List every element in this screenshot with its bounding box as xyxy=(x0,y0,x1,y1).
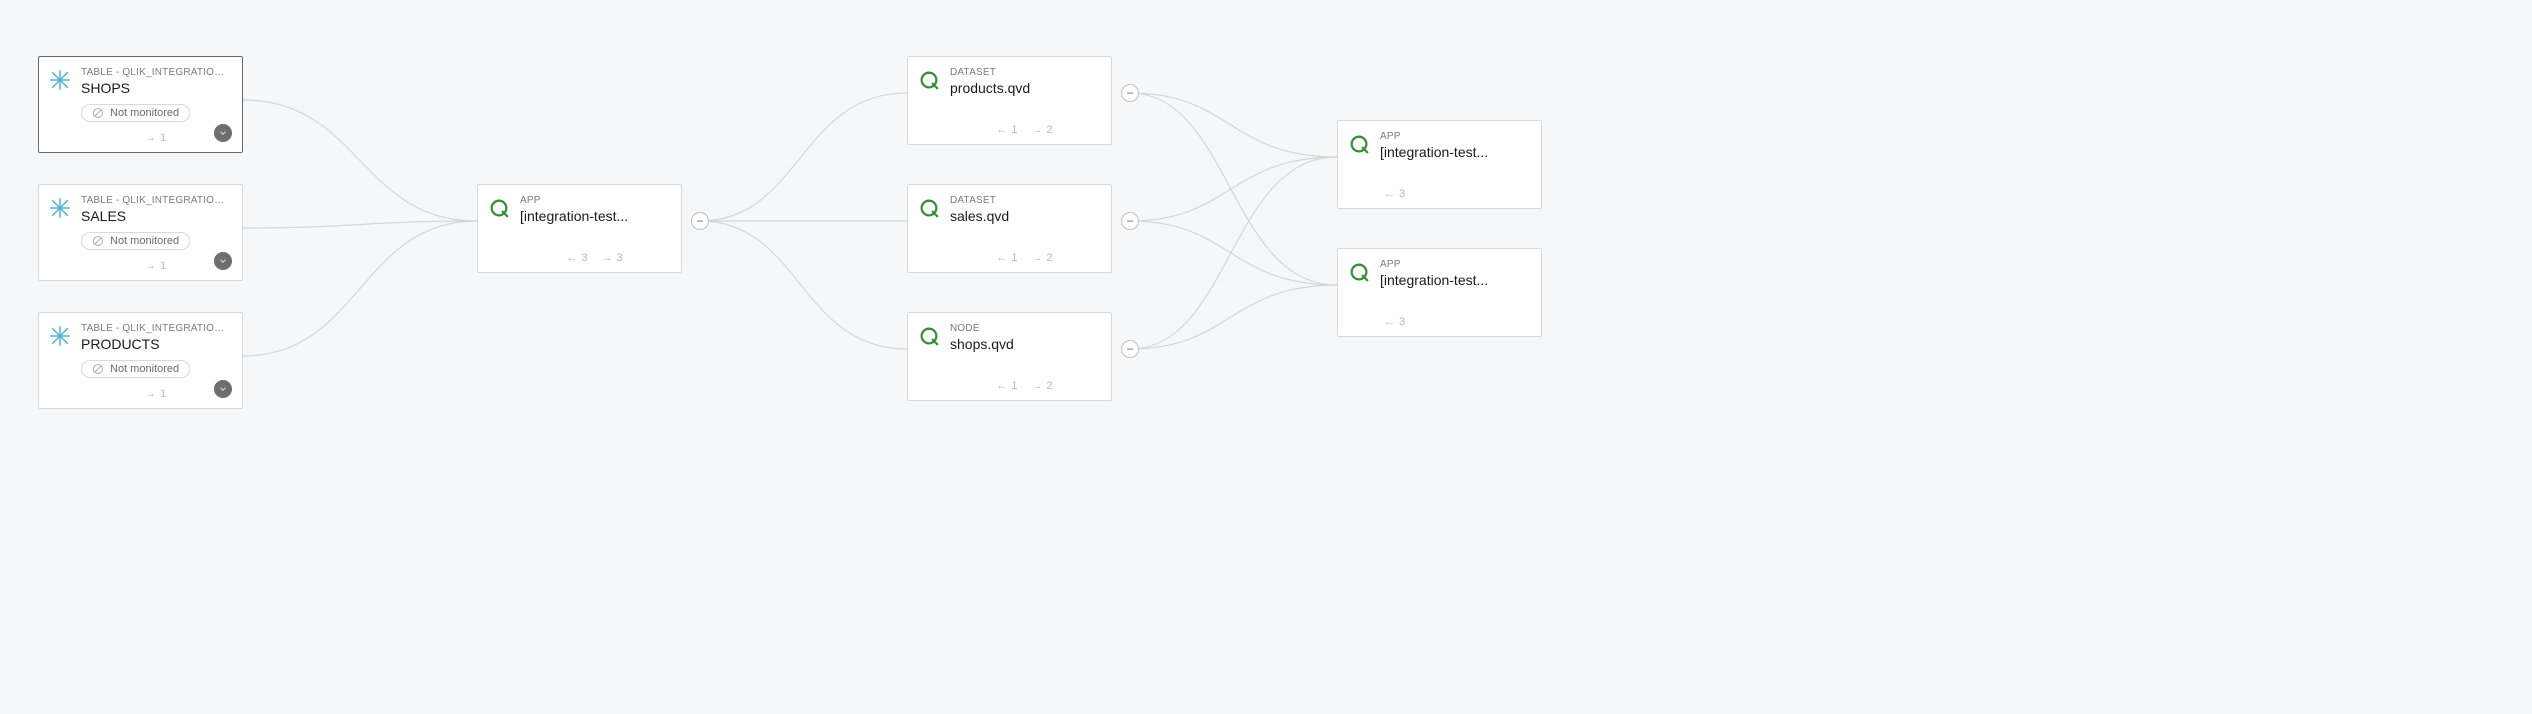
badge-label: Not monitored xyxy=(110,363,179,375)
qlik-icon xyxy=(1348,261,1370,283)
expand-toggle[interactable] xyxy=(214,252,232,270)
node-kind: APP xyxy=(1380,131,1529,142)
node-stats: ← 3 → 3 xyxy=(520,252,669,264)
node-stats: ← 3 xyxy=(1380,316,1529,328)
outgoing-count: → 2 xyxy=(1032,252,1053,264)
qlik-icon xyxy=(918,197,940,219)
node-table-shops[interactable]: TABLE - QLIK_INTEGRATION_TES... SHOPS No… xyxy=(38,56,243,153)
lineage-edges xyxy=(0,0,2532,714)
qlik-icon xyxy=(918,325,940,347)
node-stats: ← 1 → 2 xyxy=(950,380,1099,392)
node-title: products.qvd xyxy=(950,80,1099,96)
node-title: SALES xyxy=(81,208,230,224)
node-kind: TABLE - QLIK_INTEGRATION_TES... xyxy=(81,195,230,206)
node-kind: APP xyxy=(520,195,669,206)
not-monitored-icon xyxy=(92,235,104,247)
incoming-count: ← 3 xyxy=(1384,188,1405,200)
incoming-count: ← 1 xyxy=(996,380,1017,392)
node-kind: TABLE - QLIK_INTEGRATION_TES... xyxy=(81,67,230,78)
outgoing-count: → 2 xyxy=(1032,380,1053,392)
not-monitored-badge: Not monitored xyxy=(81,232,190,250)
badge-label: Not monitored xyxy=(110,107,179,119)
chevron-down-icon xyxy=(218,384,228,394)
node-app-mid[interactable]: APP [integration-test... ← 3 → 3 xyxy=(477,184,682,273)
node-dataset-shops[interactable]: NODE shops.qvd ← 1 → 2 xyxy=(907,312,1112,401)
not-monitored-badge: Not monitored xyxy=(81,360,190,378)
node-app-bottom[interactable]: APP [integration-test... ← 3 xyxy=(1337,248,1542,337)
incoming-count: ← 1 xyxy=(996,252,1017,264)
collapse-port[interactable]: − xyxy=(1121,84,1139,102)
snowflake-icon xyxy=(49,69,71,91)
node-dataset-sales[interactable]: DATASET sales.qvd ← 1 → 2 xyxy=(907,184,1112,273)
outgoing-count: → 3 xyxy=(602,252,623,264)
node-kind: APP xyxy=(1380,259,1529,270)
node-title: PRODUCTS xyxy=(81,336,230,352)
node-title: [integration-test... xyxy=(1380,144,1529,160)
not-monitored-icon xyxy=(92,107,104,119)
qlik-icon xyxy=(918,69,940,91)
node-title: SHOPS xyxy=(81,80,230,96)
expand-toggle[interactable] xyxy=(214,380,232,398)
node-table-sales[interactable]: TABLE - QLIK_INTEGRATION_TES... SALES No… xyxy=(38,184,243,281)
node-stats: → 1 xyxy=(81,132,230,144)
outgoing-count: → 1 xyxy=(145,388,166,400)
node-title: sales.qvd xyxy=(950,208,1099,224)
snowflake-icon xyxy=(49,197,71,219)
node-stats: ← 1 → 2 xyxy=(950,252,1099,264)
badge-label: Not monitored xyxy=(110,235,179,247)
collapse-port[interactable]: − xyxy=(1121,340,1139,358)
node-kind: NODE xyxy=(950,323,1099,334)
node-stats: → 1 xyxy=(81,260,230,272)
snowflake-icon xyxy=(49,325,71,347)
outgoing-count: → 1 xyxy=(145,132,166,144)
node-app-top[interactable]: APP [integration-test... ← 3 xyxy=(1337,120,1542,209)
outgoing-count: → 2 xyxy=(1032,124,1053,136)
expand-toggle[interactable] xyxy=(214,124,232,142)
incoming-count: ← 3 xyxy=(1384,316,1405,328)
node-title: [integration-test... xyxy=(1380,272,1529,288)
node-kind: TABLE - QLIK_INTEGRATION_TES... xyxy=(81,323,230,334)
incoming-count: ← 3 xyxy=(566,252,587,264)
chevron-down-icon xyxy=(218,128,228,138)
node-title: shops.qvd xyxy=(950,336,1099,352)
node-kind: DATASET xyxy=(950,67,1099,78)
qlik-icon xyxy=(488,197,510,219)
outgoing-count: → 1 xyxy=(145,260,166,272)
node-dataset-products[interactable]: DATASET products.qvd ← 1 → 2 xyxy=(907,56,1112,145)
node-title: [integration-test... xyxy=(520,208,669,224)
node-kind: DATASET xyxy=(950,195,1099,206)
qlik-icon xyxy=(1348,133,1370,155)
node-stats: ← 1 → 2 xyxy=(950,124,1099,136)
not-monitored-icon xyxy=(92,363,104,375)
collapse-port[interactable]: − xyxy=(691,212,709,230)
incoming-count: ← 1 xyxy=(996,124,1017,136)
chevron-down-icon xyxy=(218,256,228,266)
node-table-products[interactable]: TABLE - QLIK_INTEGRATION_TES... PRODUCTS… xyxy=(38,312,243,409)
collapse-port[interactable]: − xyxy=(1121,212,1139,230)
not-monitored-badge: Not monitored xyxy=(81,104,190,122)
node-stats: → 1 xyxy=(81,388,230,400)
node-stats: ← 3 xyxy=(1380,188,1529,200)
